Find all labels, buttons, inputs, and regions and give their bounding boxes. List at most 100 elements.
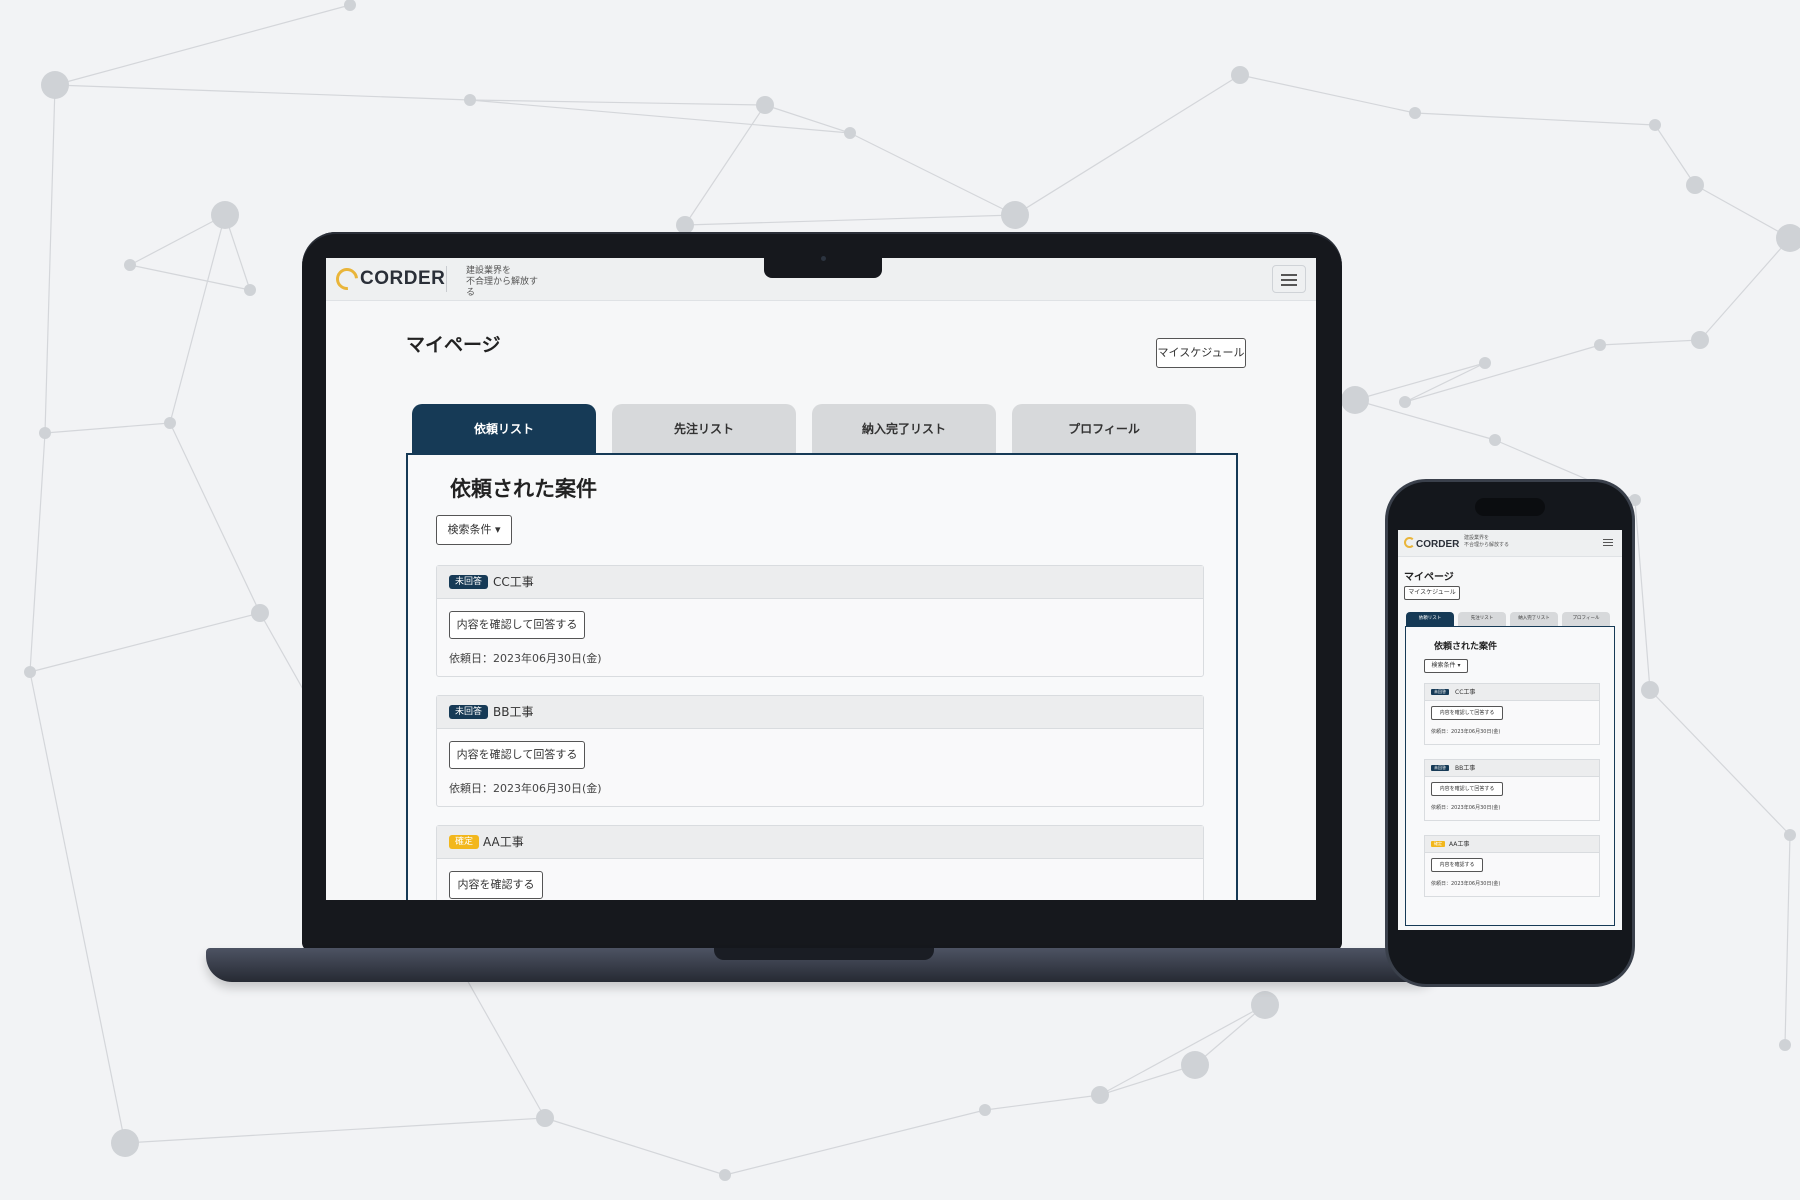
request-panel: 依頼された案件 検索条件 ▾ 未回答 CC工事 内容を確認して回答する 依頼日：… [406, 453, 1238, 900]
network-node [41, 71, 69, 99]
my-schedule-button[interactable]: マイスケジュール [1156, 338, 1246, 368]
logo-mark-icon [1404, 537, 1415, 548]
phone-panel-title: 依頼された案件 [1434, 642, 1498, 652]
review-answer-button[interactable]: 内容を確認して回答する [1431, 706, 1503, 720]
status-badge: 確定 [1431, 841, 1445, 847]
status-badge: 確定 [449, 835, 480, 849]
review-button[interactable]: 内容を確認する [1431, 858, 1483, 872]
network-line [29, 612, 261, 673]
network-node [1779, 1039, 1791, 1051]
phone-tab-profile[interactable]: プロフィール [1562, 612, 1610, 626]
phone-my-schedule-button[interactable]: マイスケジュール [1404, 586, 1460, 600]
network-node [1594, 339, 1606, 351]
camera-icon [821, 256, 826, 261]
network-line [1694, 184, 1791, 239]
search-filter-button[interactable]: 検索条件 ▾ [436, 515, 512, 545]
network-line [1404, 344, 1601, 403]
phone-search-filter-button[interactable]: 検索条件 ▾ [1424, 659, 1468, 673]
logo[interactable]: CORDER [331, 263, 445, 295]
network-node [344, 0, 356, 11]
status-badge: 未回答 [1431, 765, 1449, 771]
laptop-chin [302, 900, 1342, 952]
hamburger-icon[interactable] [1600, 536, 1616, 550]
network-node [124, 259, 136, 271]
phone-request-card: 確定 AA工事 内容を確認する 依頼日：2023年06月30日(金) [1424, 835, 1600, 897]
tab-order-list[interactable]: 先注リスト [612, 404, 796, 454]
network-node [1001, 201, 1029, 229]
request-date: 依頼日：2023年06月30日(金) [1431, 881, 1501, 887]
tab-request-list[interactable]: 依頼リスト [412, 404, 596, 454]
network-node [164, 417, 176, 429]
network-node [1784, 829, 1796, 841]
review-answer-button[interactable]: 内容を確認して回答する [449, 611, 585, 639]
laptop-groove [714, 948, 934, 960]
network-line [1634, 499, 1651, 691]
network-line [1654, 124, 1696, 186]
network-line [724, 1109, 986, 1176]
phone-screen: CORDER 建設業界を 不合理から解放する マイページ マイスケジュール 依頼… [1398, 530, 1622, 930]
hamburger-icon[interactable] [1272, 265, 1306, 293]
network-line [684, 104, 766, 226]
network-node [1489, 434, 1501, 446]
project-name: BB工事 [1455, 765, 1476, 772]
network-node [719, 1169, 731, 1181]
phone-tab-request-list[interactable]: 依頼リスト [1406, 612, 1454, 626]
network-node [1629, 494, 1641, 506]
network-node [979, 1104, 991, 1116]
review-answer-button[interactable]: 内容を確認して回答する [449, 741, 585, 769]
network-node [464, 94, 476, 106]
tab-delivered-list[interactable]: 納入完了リスト [812, 404, 996, 454]
network-line [984, 1094, 1101, 1111]
network-line [124, 1117, 546, 1144]
network-line [44, 84, 56, 434]
project-name: CC工事 [493, 575, 534, 589]
network-line [469, 99, 851, 134]
network-node [1409, 107, 1421, 119]
network-line [169, 422, 261, 614]
tagline: 建設業界を 不合理から解放する [466, 266, 546, 299]
network-node [536, 1109, 554, 1127]
network-line [29, 432, 46, 673]
network-line [54, 4, 351, 86]
phone-app-header: CORDER 建設業界を 不合理から解放する [1398, 530, 1622, 557]
network-line [54, 84, 471, 101]
phone-request-panel: 依頼された案件 検索条件 ▾ 未回答 CC工事 内容を確認して回答する 依頼日：… [1405, 626, 1615, 926]
phone-logo[interactable]: CORDER [1404, 537, 1459, 550]
tab-profile[interactable]: プロフィール [1012, 404, 1196, 454]
request-date: 依頼日：2023年06月30日(金) [449, 652, 602, 665]
network-line [1239, 74, 1416, 114]
network-node [1231, 66, 1249, 84]
phone-tagline-line1: 建設業界を [1464, 535, 1490, 541]
network-line [1414, 112, 1656, 126]
network-node [1341, 386, 1369, 414]
network-line [129, 214, 226, 266]
review-answer-button[interactable]: 内容を確認して回答する [1431, 782, 1503, 796]
card-header: 未回答 BB工事 [1425, 760, 1599, 777]
network-line [544, 1117, 726, 1176]
status-badge: 未回答 [1431, 689, 1449, 695]
phone-tab-order-list[interactable]: 先注リスト [1458, 612, 1506, 626]
laptop-screen: CORDER 建設業界を 不合理から解放する マイページ マイスケジュール 依頼… [326, 258, 1316, 900]
network-node [1479, 357, 1491, 369]
network-line [1649, 689, 1791, 836]
network-node [1641, 681, 1659, 699]
review-button[interactable]: 内容を確認する [449, 871, 543, 899]
network-node [844, 127, 856, 139]
logo-mark-icon [331, 263, 363, 295]
phone-tab-delivered-list[interactable]: 納入完了リスト [1510, 612, 1558, 626]
network-node [251, 604, 269, 622]
network-node [244, 284, 256, 296]
network-line [1784, 834, 1791, 1046]
network-line [1599, 339, 1701, 346]
tagline-line1: 建設業界を [466, 266, 512, 276]
network-line [44, 422, 171, 434]
panel-title: 依頼された案件 [450, 477, 597, 501]
project-name: AA工事 [483, 835, 524, 849]
network-line [169, 214, 226, 424]
page-title: マイページ [406, 334, 501, 356]
network-line [129, 264, 251, 291]
network-line [29, 671, 126, 1144]
network-node [1181, 1051, 1209, 1079]
network-line [849, 132, 1016, 216]
network-line [1354, 399, 1496, 441]
